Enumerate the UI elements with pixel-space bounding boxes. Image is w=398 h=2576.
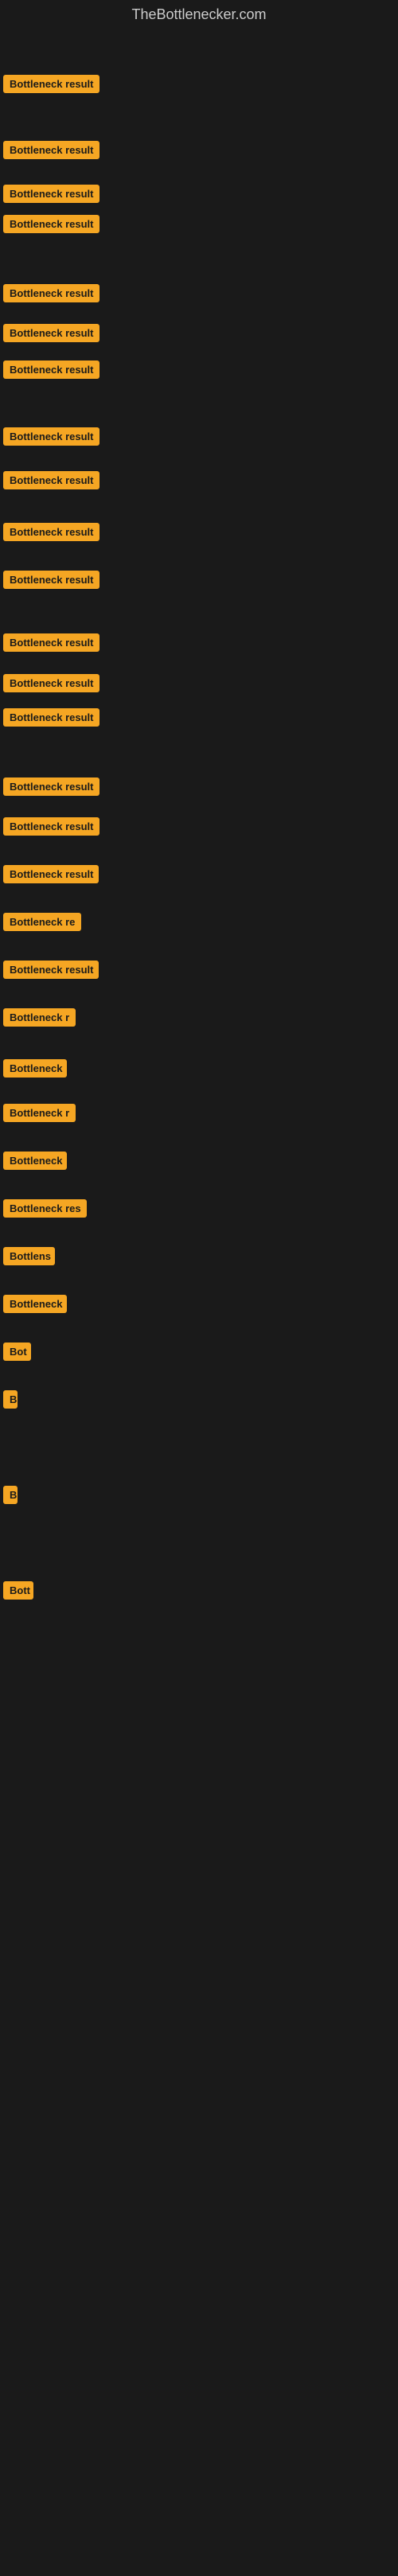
bottleneck-item: Bottleneck (3, 1152, 67, 1174)
bottleneck-badge: Bottleneck result (3, 360, 100, 379)
bottleneck-badge: B (3, 1390, 18, 1409)
bottleneck-item: Bottleneck res (3, 1199, 87, 1222)
bottleneck-item: Bottleneck (3, 1059, 67, 1081)
bottleneck-item: Bottleneck result (3, 523, 100, 545)
bottleneck-badge: Bottleneck result (3, 471, 100, 489)
bottleneck-badge: Bottleneck result (3, 215, 100, 233)
bottleneck-item: Bottleneck result (3, 961, 99, 983)
bottleneck-item: Bottleneck re (3, 913, 81, 935)
bottleneck-badge: Bottleneck result (3, 961, 99, 979)
bottleneck-badge: Bottleneck r (3, 1008, 76, 1027)
bottleneck-badge: Bottleneck res (3, 1199, 87, 1218)
bottleneck-item: Bottleneck result (3, 633, 100, 656)
bottleneck-item: Bott (3, 1581, 33, 1604)
bottleneck-badge: Bottleneck result (3, 817, 100, 836)
bottleneck-badge: Bottleneck result (3, 633, 100, 652)
bottleneck-badge: Bottleneck result (3, 708, 100, 727)
bottleneck-badge: Bottleneck (3, 1059, 67, 1078)
bottleneck-item: Bottleneck r (3, 1008, 76, 1031)
bottleneck-item: B (3, 1486, 18, 1508)
bottleneck-item: Bottleneck result (3, 141, 100, 163)
bottleneck-item: Bottleneck r (3, 1104, 76, 1126)
bottleneck-list: Bottleneck result Bottleneck result Bottle… (0, 29, 398, 2576)
bottleneck-item: Bottleneck result (3, 817, 100, 840)
site-title: TheBottlenecker.com (131, 6, 266, 22)
bottleneck-badge: Bottleneck result (3, 865, 99, 883)
bottleneck-item: Bottleneck result (3, 360, 100, 383)
bottleneck-badge: B (3, 1486, 18, 1504)
bottleneck-badge: Bottleneck result (3, 75, 100, 93)
bottleneck-badge: Bottleneck result (3, 141, 100, 159)
bottleneck-badge: Bottleneck re (3, 913, 81, 931)
bottleneck-item: Bottleneck result (3, 427, 100, 450)
site-header: TheBottlenecker.com (0, 0, 398, 29)
bottleneck-badge: Bottleneck (3, 1152, 67, 1170)
bottleneck-badge: Bott (3, 1581, 33, 1600)
bottleneck-badge: Bottlens (3, 1247, 55, 1265)
bottleneck-badge: Bottleneck result (3, 324, 100, 342)
bottleneck-badge: Bot (3, 1343, 31, 1361)
bottleneck-item: Bottlens (3, 1247, 55, 1269)
bottleneck-badge: Bottleneck result (3, 185, 100, 203)
bottleneck-item: Bottleneck result (3, 674, 100, 696)
bottleneck-item: Bottleneck (3, 1295, 67, 1317)
bottleneck-item: Bottleneck result (3, 75, 100, 97)
bottleneck-badge: Bottleneck result (3, 674, 100, 692)
bottleneck-item: Bottleneck result (3, 471, 100, 493)
bottleneck-item: B (3, 1390, 18, 1413)
bottleneck-badge: Bottleneck result (3, 571, 100, 589)
bottleneck-badge: Bottleneck result (3, 284, 100, 302)
bottleneck-item: Bottleneck result (3, 215, 100, 237)
bottleneck-badge: Bottleneck result (3, 777, 100, 796)
bottleneck-badge: Bottleneck (3, 1295, 67, 1313)
bottleneck-item: Bottleneck result (3, 865, 99, 887)
bottleneck-item: Bottleneck result (3, 185, 100, 207)
bottleneck-badge: Bottleneck r (3, 1104, 76, 1122)
bottleneck-item: Bottleneck result (3, 284, 100, 306)
bottleneck-badge: Bottleneck result (3, 523, 100, 541)
bottleneck-badge: Bottleneck result (3, 427, 100, 446)
bottleneck-item: Bottleneck result (3, 708, 100, 731)
bottleneck-item: Bot (3, 1343, 31, 1365)
bottleneck-item: Bottleneck result (3, 777, 100, 800)
bottleneck-item: Bottleneck result (3, 324, 100, 346)
bottleneck-item: Bottleneck result (3, 571, 100, 593)
